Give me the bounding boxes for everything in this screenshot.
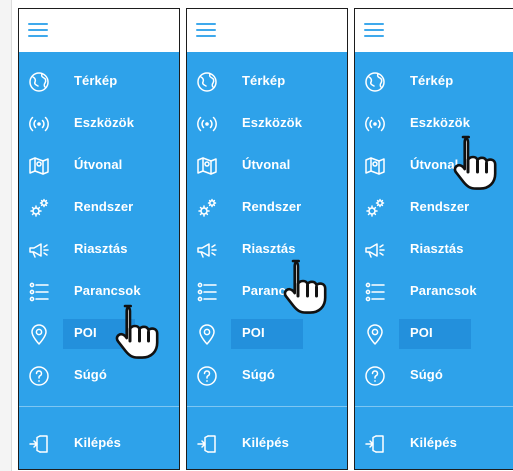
- menu-item-riasztas[interactable]: Riasztás: [355, 229, 513, 271]
- menu-item-label: Parancsok: [242, 283, 309, 298]
- menu-item-riasztas[interactable]: Riasztás: [19, 229, 179, 271]
- menu-item-eszkozok[interactable]: Eszközök: [355, 103, 513, 145]
- megaphone-icon: [28, 239, 50, 261]
- menu-item-terkep[interactable]: Térkép: [19, 61, 179, 103]
- menu-item-terkep[interactable]: Térkép: [187, 61, 347, 103]
- megaphone-icon: [364, 239, 386, 261]
- menu-item-parancsok[interactable]: Parancsok: [355, 271, 513, 313]
- help-icon: [196, 365, 218, 387]
- menu-item-poi[interactable]: POI: [355, 313, 513, 355]
- logout-button[interactable]: Kilépés: [187, 423, 347, 465]
- menu-item-label: Eszközök: [410, 115, 471, 130]
- gears-icon: [364, 197, 386, 219]
- menu-item-label: Riasztás: [410, 241, 464, 256]
- menu-item-riasztas[interactable]: Riasztás: [187, 229, 347, 271]
- sidebar-panel-1: Térkép Eszközök Útvonal Rendszer Riasztás Par…: [18, 8, 180, 470]
- signal-icon: [364, 113, 386, 135]
- menu-item-label: Útvonal: [74, 157, 123, 172]
- menu-item-rendszer[interactable]: Rendszer: [355, 187, 513, 229]
- menu-item-label: Kilépés: [74, 435, 121, 450]
- exit-door-icon: [196, 433, 218, 455]
- help-icon: [364, 365, 386, 387]
- menu-item-label: Térkép: [242, 73, 286, 88]
- menu-item-rendszer[interactable]: Rendszer: [19, 187, 179, 229]
- menu-divider: [355, 406, 513, 407]
- sidebar-panel-3: Térkép Eszközök Útvonal Rendszer Riasztás Par…: [354, 8, 513, 470]
- menu-item-label: Rendszer: [410, 199, 470, 214]
- hamburger-menu-icon[interactable]: [28, 22, 48, 39]
- logout-button[interactable]: Kilépés: [19, 423, 179, 465]
- top-bar: [187, 9, 347, 52]
- location-pin-icon: [196, 323, 218, 345]
- map-route-icon: [196, 155, 218, 177]
- menu-item-sugo[interactable]: Súgó: [187, 355, 347, 397]
- menu-item-label: Riasztás: [242, 241, 296, 256]
- gears-icon: [28, 197, 50, 219]
- menu-item-parancsok[interactable]: Parancsok: [19, 271, 179, 313]
- megaphone-icon: [196, 239, 218, 261]
- hamburger-menu-icon[interactable]: [364, 22, 384, 39]
- menu-divider: [187, 406, 347, 407]
- menu-item-label: Rendszer: [74, 199, 134, 214]
- list-icon: [28, 281, 50, 303]
- menu-item-label: Térkép: [410, 73, 454, 88]
- menu-item-poi[interactable]: POI: [19, 313, 179, 355]
- globe-icon: [364, 71, 386, 93]
- location-pin-icon: [364, 323, 386, 345]
- sidebar-panel-2: Térkép Eszközök Útvonal Rendszer Riasztás Par…: [186, 8, 348, 470]
- signal-icon: [196, 113, 218, 135]
- menu-item-rendszer[interactable]: Rendszer: [187, 187, 347, 229]
- menu-item-label: Súgó: [74, 367, 107, 382]
- signal-icon: [28, 113, 50, 135]
- menu-item-label: POI: [74, 325, 97, 340]
- menu-item-label: Riasztás: [74, 241, 128, 256]
- menu-item-label: Kilépés: [242, 435, 289, 450]
- map-route-icon: [28, 155, 50, 177]
- location-pin-icon: [28, 323, 50, 345]
- menu-item-label: Parancsok: [74, 283, 141, 298]
- list-icon: [364, 281, 386, 303]
- exit-door-icon: [28, 433, 50, 455]
- menu-divider: [19, 406, 179, 407]
- gears-icon: [196, 197, 218, 219]
- menu-item-label: Útvonal: [410, 157, 459, 172]
- help-icon: [28, 365, 50, 387]
- menu-item-label: Útvonal: [242, 157, 291, 172]
- menu-item-label: Rendszer: [242, 199, 302, 214]
- globe-icon: [28, 71, 50, 93]
- menu-item-label: Eszközök: [242, 115, 303, 130]
- left-gutter: [0, 0, 12, 471]
- menu-item-eszkozok[interactable]: Eszközök: [19, 103, 179, 145]
- menu-item-label: Eszközök: [74, 115, 135, 130]
- menu-item-utvonal[interactable]: Útvonal: [355, 145, 513, 187]
- exit-door-icon: [364, 433, 386, 455]
- menu-item-label: POI: [410, 325, 433, 340]
- list-icon: [196, 281, 218, 303]
- menu-item-eszkozok[interactable]: Eszközök: [187, 103, 347, 145]
- menu-item-utvonal[interactable]: Útvonal: [19, 145, 179, 187]
- menu-item-sugo[interactable]: Súgó: [19, 355, 179, 397]
- logout-button[interactable]: Kilépés: [355, 423, 513, 465]
- menu-item-parancsok[interactable]: Parancsok: [187, 271, 347, 313]
- map-route-icon: [364, 155, 386, 177]
- menu-item-label: Parancsok: [410, 283, 477, 298]
- menu-item-label: Súgó: [410, 367, 443, 382]
- menu-item-utvonal[interactable]: Útvonal: [187, 145, 347, 187]
- menu-item-terkep[interactable]: Térkép: [355, 61, 513, 103]
- menu-item-label: Térkép: [74, 73, 118, 88]
- menu-item-label: Súgó: [242, 367, 275, 382]
- top-bar: [19, 9, 179, 52]
- menu-item-sugo[interactable]: Súgó: [355, 355, 513, 397]
- hamburger-menu-icon[interactable]: [196, 22, 216, 39]
- menu-item-label: Kilépés: [410, 435, 457, 450]
- top-bar: [355, 9, 513, 52]
- menu-item-label: POI: [242, 325, 265, 340]
- globe-icon: [196, 71, 218, 93]
- menu-item-poi[interactable]: POI: [187, 313, 347, 355]
